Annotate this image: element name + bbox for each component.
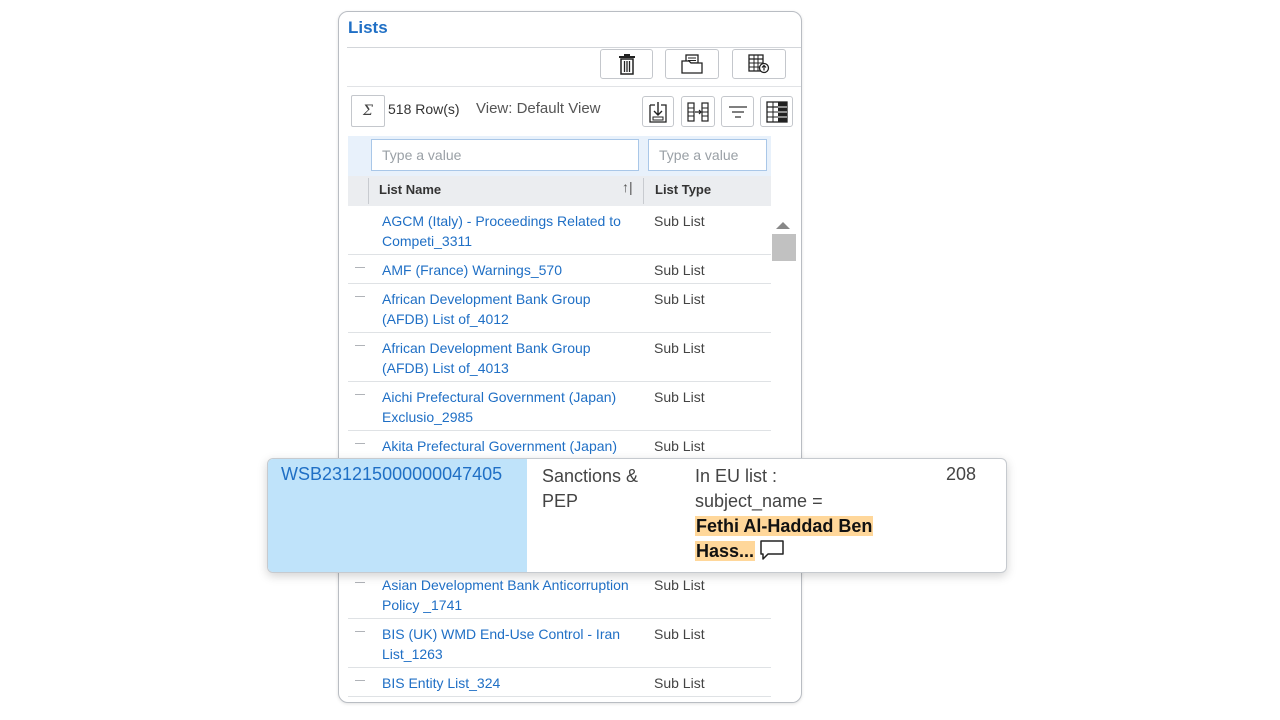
list-type-cell: Sub List — [654, 291, 705, 307]
list-name-link[interactable]: BIS Entity List_324 — [382, 673, 640, 693]
column-separator — [368, 178, 369, 204]
hit-score: 208 — [946, 464, 977, 484]
hit-category: Sanctions & PEP — [542, 466, 639, 511]
row-count: 518 Row(s) — [388, 101, 460, 117]
list-name-link[interactable]: Akita Prefectural Government (Japan) — [382, 436, 640, 456]
table-row[interactable]: BIS (UK) WMD End-Use Control - Iran List… — [348, 619, 771, 668]
list-type-cell: Sub List — [654, 438, 705, 454]
list-name-link[interactable]: African Development Bank Group (AFDB) Li… — [382, 338, 640, 378]
lists-grid: AGCM (Italy) - Proceedings Related to Co… — [348, 206, 771, 702]
scroll-up-arrow-icon[interactable] — [776, 222, 790, 229]
divider — [347, 47, 801, 48]
table-row[interactable]: Aichi Prefectural Government (Japan) Exc… — [348, 382, 771, 431]
list-name-link[interactable]: Asian Development Bank Anticorruption Po… — [382, 575, 640, 615]
row-handle — [355, 680, 365, 681]
row-handle — [355, 394, 365, 395]
list-name-link[interactable]: AGCM (Italy) - Proceedings Related to Co… — [382, 211, 640, 251]
list-name-header[interactable]: List Name — [379, 182, 441, 197]
view-selector[interactable]: View: Default View — [476, 100, 601, 117]
filter-button[interactable] — [721, 96, 754, 127]
table-row[interactable]: AGCM (Italy) - Proceedings Related to Co… — [348, 206, 771, 255]
list-type-cell: Sub List — [654, 213, 705, 229]
comment-icon[interactable] — [759, 539, 785, 561]
column-chooser-icon — [765, 100, 788, 123]
panel-title: Lists — [348, 18, 388, 37]
hit-reason: In EU list : subject_name = Fethi Al-Had… — [695, 464, 874, 564]
move-columns-button[interactable] — [681, 96, 715, 127]
column-chooser-button[interactable] — [760, 96, 793, 127]
list-type-cell: Sub List — [654, 577, 705, 593]
divider — [347, 86, 801, 87]
row-handle — [355, 296, 365, 297]
column-separator[interactable] — [643, 178, 644, 204]
row-handle — [355, 443, 365, 444]
download-icon — [649, 101, 667, 123]
folder-icon — [681, 54, 703, 74]
hit-detail-card: WSB231215000000047405 Sanctions & PEP In… — [267, 458, 1007, 573]
list-name-link[interactable]: AMF (France) Warnings_570 — [382, 260, 640, 280]
row-handle — [355, 345, 365, 346]
download-button[interactable] — [642, 96, 674, 127]
list-name-link[interactable]: BIS (UK) WMD End-Use Control - Iran List… — [382, 624, 640, 664]
list-name-filter-input[interactable] — [371, 139, 639, 171]
table-row[interactable]: BIS Entity List_324 Sub List — [348, 668, 771, 697]
export-grid-button[interactable] — [732, 49, 786, 79]
list-name-link[interactable]: Aichi Prefectural Government (Japan) Exc… — [382, 387, 640, 427]
filter-icon — [728, 105, 747, 118]
row-handle — [355, 582, 365, 583]
table-row[interactable]: African Development Bank Group (AFDB) Li… — [348, 284, 771, 333]
row-handle — [355, 631, 365, 632]
matched-name-highlight: Hass... — [695, 541, 756, 561]
open-folder-button[interactable] — [665, 49, 719, 79]
list-type-cell: Sub List — [654, 262, 705, 278]
hit-id-link[interactable]: WSB231215000000047405 — [281, 464, 502, 485]
list-type-header[interactable]: List Type — [655, 182, 711, 197]
lists-panel: Lists Σ 518 Row(s) View: Default View Ty… — [338, 11, 802, 703]
table-row[interactable]: AMF (France) Warnings_570 Sub List — [348, 255, 771, 284]
trash-icon — [618, 54, 635, 75]
table-row[interactable]: Asian Development Bank Anticorruption Po… — [348, 570, 771, 619]
reason-prefix: In EU list : — [695, 466, 778, 486]
list-type-cell: Sub List — [654, 675, 705, 691]
reason-field: subject_name = — [695, 491, 823, 511]
list-name-link[interactable]: African Development Bank Group (AFDB) Li… — [382, 289, 640, 329]
delete-button[interactable] — [600, 49, 653, 79]
columns-move-icon — [687, 101, 709, 122]
scrollbar-thumb[interactable] — [772, 234, 796, 261]
list-type-filter-input[interactable] — [648, 139, 767, 171]
table-row[interactable]: African Development Bank Group (AFDB) Li… — [348, 333, 771, 382]
row-handle — [355, 267, 365, 268]
matched-name-highlight: Fethi Al-Haddad Ben — [695, 516, 874, 536]
list-type-cell: Sub List — [654, 340, 705, 356]
grid-export-icon — [748, 54, 770, 74]
list-type-cell: Sub List — [654, 626, 705, 642]
list-type-cell: Sub List — [654, 389, 705, 405]
summary-button[interactable]: Σ — [351, 95, 385, 127]
sort-ascending-icon[interactable]: ↑| — [622, 179, 633, 195]
